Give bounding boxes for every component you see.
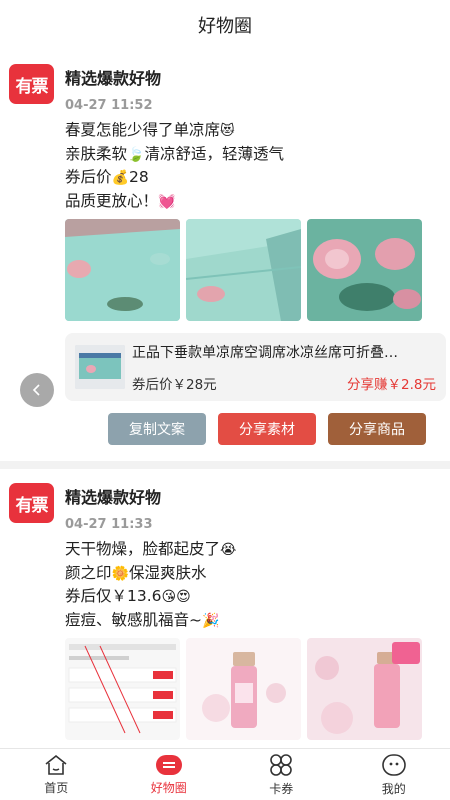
home-icon (45, 754, 67, 775)
post-text-line: 春夏怎能少得了单凉席😻 (65, 119, 430, 143)
product-title: 正品下垂款单凉席空调席冰凉丝席可折叠… (132, 344, 398, 361)
post-images (65, 219, 430, 321)
tab-label: 首页 (44, 780, 69, 795)
share-material-button[interactable]: 分享素材 (218, 413, 316, 445)
profile-icon (381, 753, 406, 776)
cat-heart-eyes-emoji: 😻 (220, 123, 235, 139)
post-image[interactable] (186, 219, 301, 321)
line-text: 春夏怎能少得了单凉席 (65, 121, 221, 139)
money-bag-emoji: 💰 (111, 170, 129, 186)
post-actions: 复制文案 分享素材 分享商品 (65, 413, 430, 445)
post-time: 04-27 11:33 (65, 517, 153, 532)
bottom-tab-bar: 首页 好物圈 卡券 我的 (0, 748, 450, 800)
post-header: 有票 精选爆款好物 04-27 11:52 (0, 64, 450, 113)
post-meta: 精选爆款好物 04-27 11:52 (65, 64, 161, 113)
post-body: 春夏怎能少得了单凉席😻 亲肤柔软🍃清凉舒适，轻薄透气 券后价💰28 品质更放心！… (0, 119, 450, 445)
post-image[interactable] (307, 219, 422, 321)
product-card[interactable]: 正品下垂款单凉席空调席冰凉丝席可折叠… 券后价￥28元 分享赚￥2.8元 (65, 333, 446, 401)
tab-label: 我的 (381, 781, 406, 796)
line-text: 亲肤柔软 (65, 144, 128, 163)
post-text-line: 券后仅￥13.6😘😍 (65, 585, 430, 609)
ticket-icon (155, 754, 182, 775)
back-button[interactable] (20, 373, 54, 407)
post-text-line: 亲肤柔软🍃清凉舒适，轻薄透气 (65, 143, 430, 167)
party-popper-emoji: 🎉 (202, 612, 220, 629)
post-card: 有票 精选爆款好物 04-27 11:52 春夏怎能少得了单凉席😻 亲肤柔软🍃清… (0, 50, 450, 445)
card-icon (270, 753, 293, 776)
line-text: 保湿爽肤水 (128, 563, 207, 582)
page-title: 好物圈 (198, 16, 252, 37)
page-header: 好物圈 (0, 0, 450, 50)
post-images (65, 638, 430, 740)
flower-emoji: 🌼 (111, 565, 129, 582)
avatar[interactable]: 有票 (9, 64, 54, 104)
product-thumbnail (75, 345, 125, 389)
tab-haowuquan[interactable]: 好物圈 (113, 749, 226, 800)
line-text: 券后价 (65, 168, 112, 186)
author-name: 精选爆款好物 (65, 488, 162, 507)
post-body: 天干物燥，脸都起皮了😭 颜之印🌼保湿爽肤水 券后仅￥13.6😘😍 痘痘、敏感肌福… (0, 538, 450, 740)
post-image[interactable] (307, 638, 422, 740)
crying-emoji: 😭 (220, 542, 237, 558)
kiss-heart-eyes-emoji: 😘😍 (161, 589, 191, 605)
tab-coupons[interactable]: 卡券 (225, 749, 338, 800)
post-text: 天干物燥，脸都起皮了😭 颜之印🌼保湿爽肤水 券后仅￥13.6😘😍 痘痘、敏感肌福… (65, 538, 430, 632)
post-header: 有票 精选爆款好物 04-27 11:33 (0, 483, 450, 532)
post-meta: 精选爆款好物 04-27 11:33 (65, 483, 161, 532)
post-text-line: 颜之印🌼保湿爽肤水 (65, 562, 430, 586)
post-image[interactable] (186, 638, 301, 740)
product-info: 正品下垂款单凉席空调席冰凉丝席可折叠… 券后价￥28元 分享赚￥2.8元 (132, 342, 436, 393)
product-price: 券后价￥28元 (132, 376, 217, 393)
heart-emoji: 💓 (158, 193, 176, 210)
tab-label: 好物圈 (150, 780, 187, 795)
line-text: 券后仅￥13.6 (65, 587, 162, 605)
post-text-line: 痘痘、敏感肌福音~🎉 (65, 609, 430, 633)
leaf-emoji: 🍃 (127, 146, 145, 163)
tab-label: 卡券 (269, 781, 294, 796)
post-image[interactable] (65, 219, 180, 321)
line-text: 28 (128, 168, 149, 186)
post-text-line: 品质更放心！💓 (65, 190, 430, 214)
avatar[interactable]: 有票 (9, 483, 54, 523)
line-text: 品质更放心！ (65, 191, 159, 210)
post-card: 有票 精选爆款好物 04-27 11:33 天干物燥，脸都起皮了😭 颜之印🌼保湿… (0, 469, 450, 740)
post-image[interactable] (65, 638, 180, 740)
post-text-line: 券后价💰28 (65, 166, 430, 190)
post-text: 春夏怎能少得了单凉席😻 亲肤柔软🍃清凉舒适，轻薄透气 券后价💰28 品质更放心！… (65, 119, 430, 213)
line-text: 颜之印 (65, 563, 112, 582)
tab-mine[interactable]: 我的 (338, 749, 450, 800)
chevron-left-icon (32, 384, 40, 396)
post-time: 04-27 11:52 (65, 98, 153, 113)
line-text: 清凉舒适，轻薄透气 (144, 144, 284, 163)
product-price-row: 券后价￥28元 分享赚￥2.8元 (132, 373, 436, 393)
post-text-line: 天干物燥，脸都起皮了😭 (65, 538, 430, 562)
tab-home[interactable]: 首页 (0, 749, 113, 800)
share-goods-button[interactable]: 分享商品 (328, 413, 426, 445)
author-name: 精选爆款好物 (65, 69, 162, 88)
share-earn: 分享赚￥2.8元 (347, 376, 436, 393)
app-screen: 好物圈 有票 精选爆款好物 04-27 11:52 春夏怎能少得了单凉席😻 亲肤… (0, 0, 450, 800)
copy-text-button[interactable]: 复制文案 (108, 413, 206, 445)
section-divider (0, 461, 450, 469)
line-text: 天干物燥，脸都起皮了 (65, 540, 221, 558)
line-text: 痘痘、敏感肌福音~ (65, 610, 202, 629)
